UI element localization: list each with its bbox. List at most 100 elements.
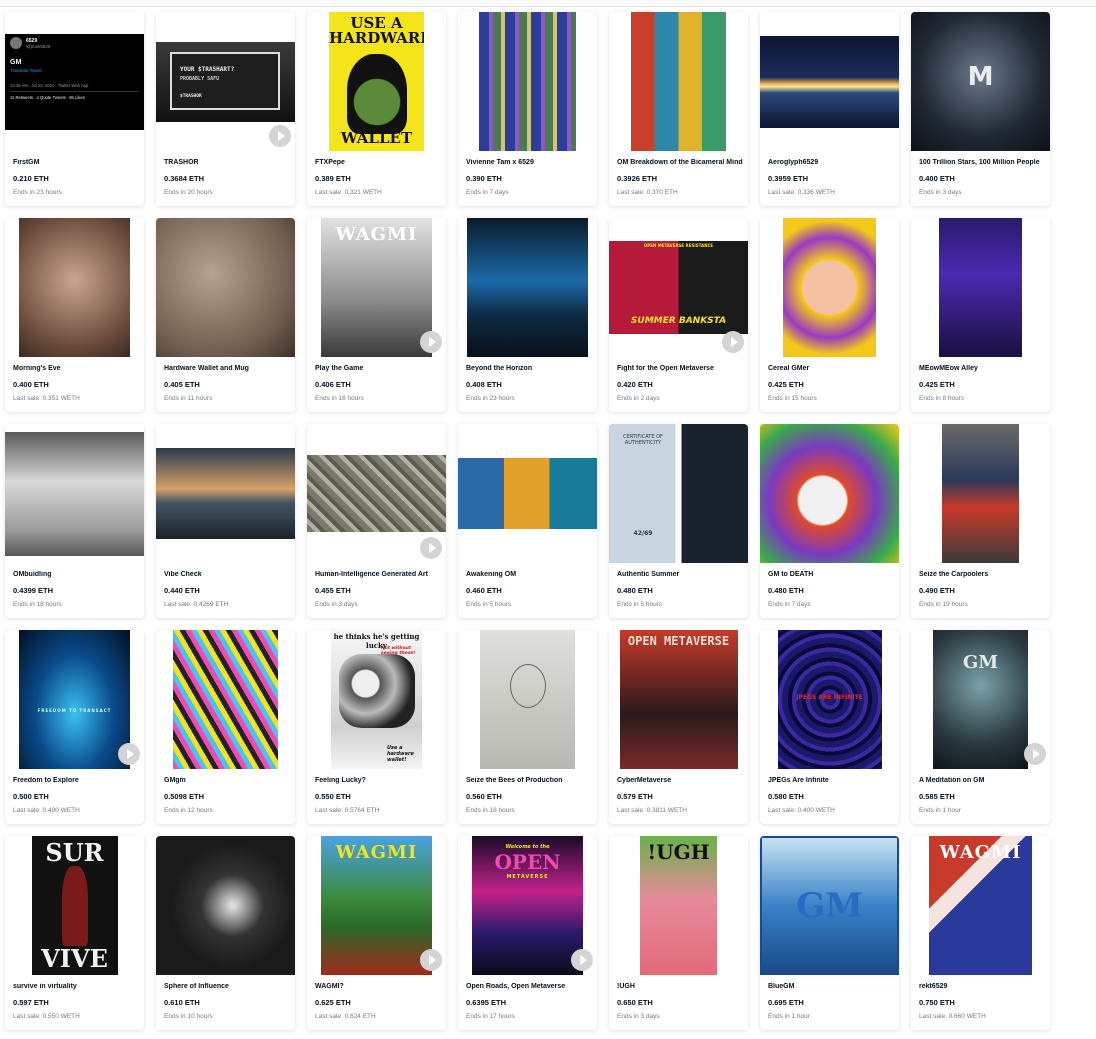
nft-thumbnail[interactable] — [458, 12, 597, 151]
nft-name[interactable]: FirstGM — [13, 159, 139, 166]
nft-name[interactable]: rekt6529 — [919, 983, 1045, 990]
nft-card[interactable]: OPEN METAVERSE CyberMetaverse 0.579 ETH Las… — [609, 630, 748, 824]
nft-name[interactable]: Morning's Eve — [13, 365, 139, 372]
nft-name[interactable]: Beyond the Horizon — [466, 365, 592, 372]
nft-name[interactable]: Cereal GMer — [768, 365, 894, 372]
nft-card[interactable]: GMgm 0.5098 ETH Ends in 12 hours — [156, 630, 295, 824]
nft-card[interactable]: WAGMI Play the Game 0.406 ETH Ends in 16 ho… — [307, 218, 446, 412]
nft-thumbnail[interactable]: OPEN METAVERSE — [609, 630, 748, 769]
nft-name[interactable]: GM to DEATH — [768, 571, 894, 578]
nft-card[interactable]: WAGMI WAGMI? 0.625 ETH Last sale: 0.624 ETH — [307, 836, 446, 1030]
nft-name[interactable]: Fight for the Open Metaverse — [617, 365, 743, 372]
nft-card[interactable]: Hardware Wallet and Mug 0.405 ETH Ends in … — [156, 218, 295, 412]
nft-name[interactable]: FTXPepe — [315, 159, 441, 166]
nft-card[interactable]: USE A HARDWARE WALLET FTXPepe 0.389 ETH Last… — [307, 12, 446, 206]
nft-thumbnail[interactable] — [156, 836, 295, 975]
nft-name[interactable]: Aeroglyph6529 — [768, 159, 894, 166]
nft-name[interactable]: WAGMI? — [315, 983, 441, 990]
nft-name[interactable]: Feeling Lucky? — [315, 777, 441, 784]
nft-name[interactable]: OMbuidling — [13, 571, 139, 578]
nft-card[interactable]: he thinks he's getting lucky Not without … — [307, 630, 446, 824]
nft-name[interactable]: TRASHOR — [164, 159, 290, 166]
nft-thumbnail[interactable] — [5, 424, 144, 563]
nft-thumbnail[interactable] — [760, 218, 899, 357]
nft-thumbnail[interactable] — [458, 424, 597, 563]
nft-name[interactable]: Human-Intelligence Generated Art — [315, 571, 441, 578]
nft-card[interactable]: FREEDOM TO TRANSACT Freedom to Explore 0.5… — [5, 630, 144, 824]
nft-card[interactable]: Morning's Eve 0.400 ETH Last sale: 0.351 W… — [5, 218, 144, 412]
nft-thumbnail[interactable] — [760, 424, 899, 563]
play-video-icon[interactable] — [118, 743, 140, 765]
nft-name[interactable]: Hardware Wallet and Mug — [164, 365, 290, 372]
nft-thumbnail[interactable]: he thinks he's getting lucky Not without … — [307, 630, 446, 769]
nft-thumbnail[interactable] — [156, 630, 295, 769]
nft-card[interactable]: CERTIFICATE OF AUTHENTICITY 42/69 Authenti… — [609, 424, 748, 618]
nft-thumbnail[interactable] — [911, 424, 1050, 563]
play-video-icon[interactable] — [420, 537, 442, 559]
nft-name[interactable]: Seize the Carpoolers — [919, 571, 1045, 578]
nft-name[interactable]: Sphere of Influence — [164, 983, 290, 990]
nft-card[interactable]: Vivienne Tam x 6529 0.390 ETH Ends in 7 da… — [458, 12, 597, 206]
nft-card[interactable]: Aeroglyph6529 0.3959 ETH Last sale: 0.336 … — [760, 12, 899, 206]
nft-thumbnail[interactable]: GM — [760, 836, 899, 975]
play-video-icon[interactable] — [269, 125, 291, 147]
nft-thumbnail[interactable] — [609, 12, 748, 151]
nft-thumbnail[interactable]: CERTIFICATE OF AUTHENTICITY 42/69 — [609, 424, 748, 563]
nft-name[interactable]: Awakening OM — [466, 571, 592, 578]
nft-card[interactable]: GM to DEATH 0.480 ETH Ends in 7 days — [760, 424, 899, 618]
nft-card[interactable]: Welcome to the OPEN METAVERSE Open Roads, O… — [458, 836, 597, 1030]
nft-name[interactable]: OM Breakdown of the Bicameral Mind — [617, 159, 743, 166]
nft-card[interactable]: GM A Meditation on GM 0.585 ETH Ends in 1 h… — [911, 630, 1050, 824]
nft-thumbnail[interactable]: USE A HARDWARE WALLET — [307, 12, 446, 151]
nft-card[interactable]: Awakening OM 0.460 ETH Ends in 5 hours — [458, 424, 597, 618]
nft-card[interactable]: 6529 @punk6529 GM Translate Tweet 10:45 AM ·… — [5, 12, 144, 206]
nft-name[interactable]: Freedom to Explore — [13, 777, 139, 784]
nft-card[interactable]: GM BlueGM 0.695 ETH Ends in 1 hour — [760, 836, 899, 1030]
nft-card[interactable]: MEowMEow Alley 0.425 ETH Ends in 8 hours — [911, 218, 1050, 412]
play-video-icon[interactable] — [420, 331, 442, 353]
play-video-icon[interactable] — [420, 949, 442, 971]
nft-name[interactable]: JPEGs Are Infinite — [768, 777, 894, 784]
nft-name[interactable]: CyberMetaverse — [617, 777, 743, 784]
nft-thumbnail[interactable] — [5, 218, 144, 357]
nft-thumbnail[interactable]: !UGH — [609, 836, 748, 975]
nft-thumbnail[interactable]: M — [911, 12, 1050, 151]
nft-card[interactable]: Human-Intelligence Generated Art 0.455 ET… — [307, 424, 446, 618]
nft-name[interactable]: Vivienne Tam x 6529 — [466, 159, 592, 166]
nft-name[interactable]: GMgm — [164, 777, 290, 784]
nft-name[interactable]: Vibe Check — [164, 571, 290, 578]
nft-name[interactable]: survive in virtuality — [13, 983, 139, 990]
nft-card[interactable]: Seize the Bees of Production 0.560 ETH End… — [458, 630, 597, 824]
nft-thumbnail[interactable]: WAGMI — [911, 836, 1050, 975]
nft-card[interactable]: WAGMI rekt6529 0.750 ETH Last sale: 0.660 W… — [911, 836, 1050, 1030]
nft-name[interactable]: Seize the Bees of Production — [466, 777, 592, 784]
nft-name[interactable]: MEowMEow Alley — [919, 365, 1045, 372]
nft-thumbnail[interactable]: JPEGS ARE INFINITE — [760, 630, 899, 769]
play-video-icon[interactable] — [1024, 743, 1046, 765]
nft-card[interactable]: OM Breakdown of the Bicameral Mind 0.3926… — [609, 12, 748, 206]
nft-card[interactable]: M 100 Trillion Stars, 100 Million People 0… — [911, 12, 1050, 206]
play-video-icon[interactable] — [722, 331, 744, 353]
nft-name[interactable]: Open Roads, Open Metaverse — [466, 983, 592, 990]
nft-card[interactable]: OMbuidling 0.4399 ETH Ends in 18 hours — [5, 424, 144, 618]
nft-thumbnail[interactable] — [156, 218, 295, 357]
nft-name[interactable]: !UGH — [617, 983, 743, 990]
nft-thumbnail[interactable] — [458, 630, 597, 769]
nft-card[interactable]: Beyond the Horizon 0.408 ETH Ends in 23 ho… — [458, 218, 597, 412]
nft-thumbnail[interactable]: SUR VIVE — [5, 836, 144, 975]
nft-name[interactable]: A Meditation on GM — [919, 777, 1045, 784]
nft-thumbnail[interactable] — [458, 218, 597, 357]
nft-thumbnail[interactable] — [911, 218, 1050, 357]
nft-card[interactable]: OPEN METAVERSE RESISTANCE SUMMER BANKSTA F… — [609, 218, 748, 412]
nft-card[interactable]: Sphere of Influence 0.610 ETH Ends in 10 h… — [156, 836, 295, 1030]
nft-card[interactable]: SUR VIVE survive in virtuality 0.597 ETH Las… — [5, 836, 144, 1030]
nft-thumbnail[interactable] — [760, 12, 899, 151]
nft-card[interactable]: Cereal GMer 0.425 ETH Ends in 15 hours — [760, 218, 899, 412]
nft-name[interactable]: Play the Game — [315, 365, 441, 372]
nft-card[interactable]: !UGH !UGH 0.650 ETH Ends in 3 days — [609, 836, 748, 1030]
nft-card[interactable]: YOUR $TRASHART? PROBABLY SAFU $TRASHOR TRAS… — [156, 12, 295, 206]
nft-card[interactable]: Vibe Check 0.440 ETH Last sale: 0.4269 ETH — [156, 424, 295, 618]
nft-name[interactable]: BlueGM — [768, 983, 894, 990]
nft-card[interactable]: Seize the Carpoolers 0.490 ETH Ends in 19 … — [911, 424, 1050, 618]
nft-thumbnail[interactable]: 6529 @punk6529 GM Translate Tweet 10:45 AM ·… — [5, 12, 144, 151]
